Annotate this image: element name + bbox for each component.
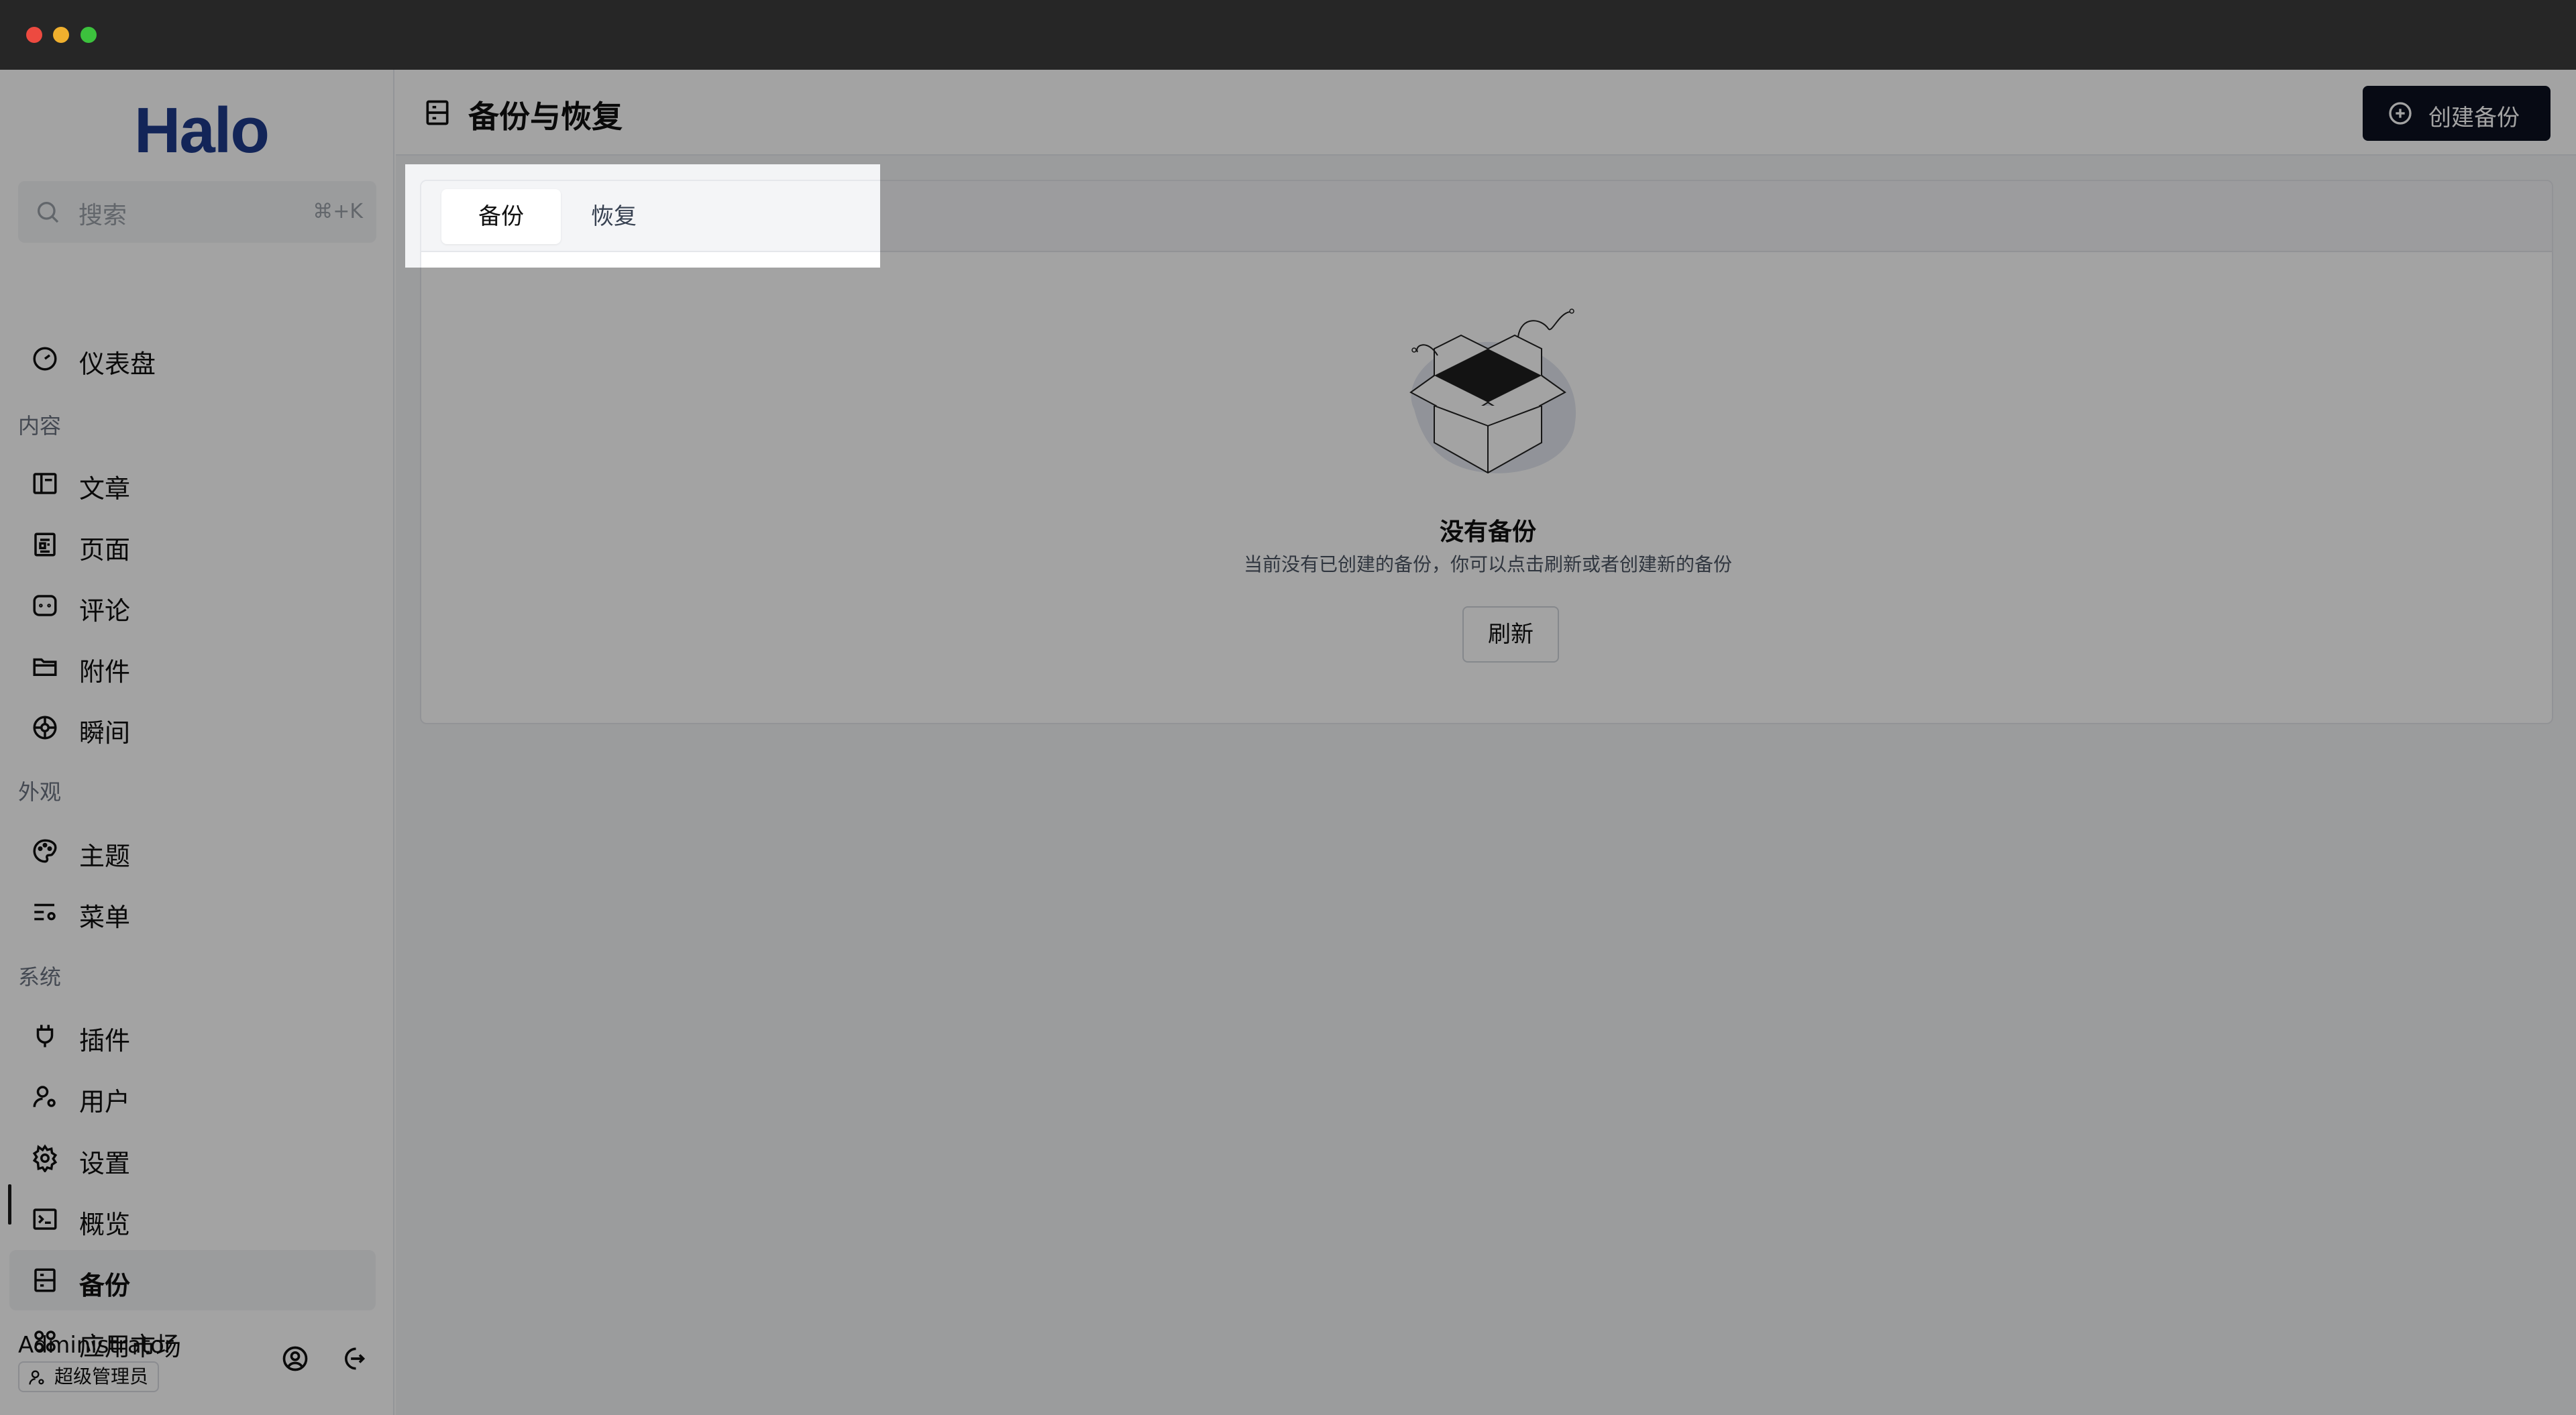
active-indicator xyxy=(8,1184,11,1225)
app-root: Halo 搜索 ⌘+K 仪表盘 内容 文章 页面 评论 附件 瞬间 外观 主题 … xyxy=(0,70,2576,1415)
overlay-right xyxy=(880,164,2576,268)
tab-restore[interactable]: 恢复 xyxy=(564,189,664,244)
window-titlebar xyxy=(0,0,2576,70)
minimize-window-button[interactable] xyxy=(53,27,69,43)
close-window-button[interactable] xyxy=(26,27,42,43)
maximize-window-button[interactable] xyxy=(80,27,97,43)
overlay-left xyxy=(0,164,405,268)
overlay-top xyxy=(0,70,2576,164)
tab-backup[interactable]: 备份 xyxy=(441,189,561,244)
overlay-bottom xyxy=(0,268,2576,1415)
